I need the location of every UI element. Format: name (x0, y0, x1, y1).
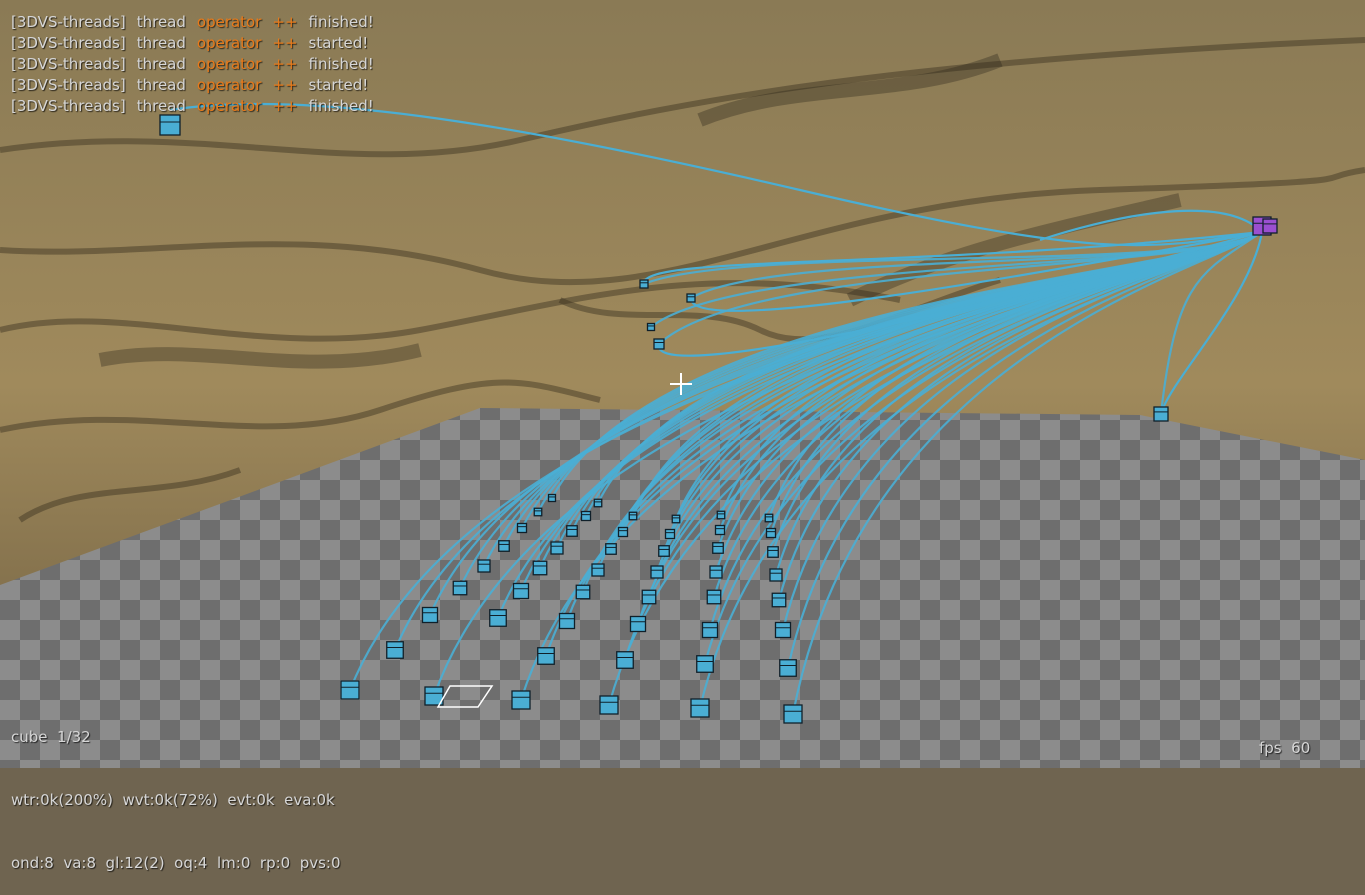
log-status: started! (308, 34, 369, 52)
cube-node[interactable] (706, 589, 722, 605)
log-word1: thread (136, 76, 186, 94)
cube-node[interactable] (769, 568, 783, 582)
stats-panel: cube 1/32 wtr:0k(200%) wvt:0k(72%) evt:0… (11, 685, 341, 895)
log-keyword: operator (196, 13, 262, 31)
cube-node[interactable] (477, 559, 491, 573)
cube-node[interactable] (767, 546, 779, 558)
log-op: ++ (272, 55, 298, 73)
log-line: [3DVS-threads] thread operator ++ finished! (11, 96, 374, 117)
stats-wtr: wtr:0k(200%) wvt:0k(72%) evt:0k eva:0k (11, 791, 335, 809)
cube-node[interactable] (605, 543, 617, 555)
cube-node[interactable] (686, 293, 696, 303)
cube-node[interactable] (547, 493, 557, 503)
log-line: [3DVS-threads] thread operator ++ started! (11, 33, 374, 54)
cube-node[interactable] (765, 527, 777, 539)
cube-node[interactable] (575, 584, 591, 600)
cube-node[interactable] (783, 704, 803, 724)
cube-node[interactable] (771, 592, 787, 608)
cube-node[interactable] (714, 524, 726, 536)
log-keyword: operator (196, 34, 262, 52)
log-prefix: [3DVS-threads] (11, 76, 126, 94)
log-op: ++ (272, 13, 298, 31)
stats-cube: cube 1/32 (11, 728, 91, 746)
cube-node[interactable] (550, 541, 564, 555)
fps-counter: fps 60 (1259, 739, 1311, 757)
cube-node[interactable] (533, 507, 543, 517)
log-prefix: [3DVS-threads] (11, 34, 126, 52)
cube-node[interactable] (650, 565, 664, 579)
cube-node[interactable] (512, 582, 530, 600)
cube-node[interactable] (580, 510, 592, 522)
cube-node[interactable] (516, 522, 528, 534)
log-line: [3DVS-threads] thread operator ++ finished! (11, 54, 374, 75)
cube-node[interactable] (593, 498, 603, 508)
cube-node[interactable] (641, 589, 657, 605)
log-line: [3DVS-threads] thread operator ++ started! (11, 75, 374, 96)
log-prefix: [3DVS-threads] (11, 13, 126, 31)
cube-node[interactable] (617, 526, 629, 538)
cube-node[interactable] (628, 511, 638, 521)
cube-node[interactable] (646, 322, 656, 332)
cube-node[interactable] (532, 560, 548, 576)
cube-node[interactable] (386, 641, 404, 659)
log-word1: thread (136, 97, 186, 115)
log-op: ++ (272, 34, 298, 52)
cube-node[interactable] (779, 659, 797, 677)
cube-node[interactable] (712, 542, 724, 554)
log-word1: thread (136, 13, 186, 31)
log-status: finished! (308, 97, 374, 115)
cube-node[interactable] (421, 606, 439, 624)
log-prefix: [3DVS-threads] (11, 55, 126, 73)
cube-node[interactable] (498, 540, 510, 552)
cube-node[interactable] (774, 621, 792, 639)
log-word1: thread (136, 34, 186, 52)
cube-node[interactable] (452, 580, 468, 596)
log-keyword: operator (196, 97, 262, 115)
cube-node[interactable] (671, 514, 681, 524)
log-status: finished! (308, 55, 374, 73)
cube-node[interactable] (616, 651, 634, 669)
cube-node[interactable] (653, 338, 665, 350)
log-op: ++ (272, 97, 298, 115)
cube-node[interactable] (558, 612, 576, 630)
cube-node[interactable] (537, 647, 555, 665)
cube-node[interactable] (639, 279, 649, 289)
cube-node[interactable] (764, 513, 774, 523)
cube-node[interactable] (1153, 406, 1169, 422)
log-line: [3DVS-threads] thread operator ++ finished! (11, 12, 374, 33)
cube-node[interactable] (599, 695, 619, 715)
log-keyword: operator (196, 55, 262, 73)
cube-node[interactable] (511, 690, 531, 710)
cube-node[interactable] (340, 680, 360, 700)
cube-node[interactable] (709, 565, 723, 579)
log-keyword: operator (196, 76, 262, 94)
cube-node[interactable] (701, 621, 719, 639)
log-word1: thread (136, 55, 186, 73)
cube-node[interactable] (566, 525, 578, 537)
stats-ond: ond:8 va:8 gl:12(2) oq:4 lm:0 rp:0 pvs:0 (11, 854, 341, 872)
cube-node[interactable] (664, 528, 676, 540)
thread-log: [3DVS-threads] thread operator ++ finished![… (11, 12, 374, 117)
log-op: ++ (272, 76, 298, 94)
cube-node[interactable] (159, 114, 181, 136)
log-status: started! (308, 76, 369, 94)
log-prefix: [3DVS-threads] (11, 97, 126, 115)
cube-node[interactable] (658, 545, 670, 557)
cube-node[interactable] (591, 563, 605, 577)
cube-node[interactable] (489, 609, 507, 627)
log-status: finished! (308, 13, 374, 31)
cube-node[interactable] (716, 510, 726, 520)
cube-node[interactable] (690, 698, 710, 718)
cube-node[interactable] (696, 655, 714, 673)
hub-cube[interactable] (1262, 218, 1278, 234)
cube-node[interactable] (629, 615, 647, 633)
